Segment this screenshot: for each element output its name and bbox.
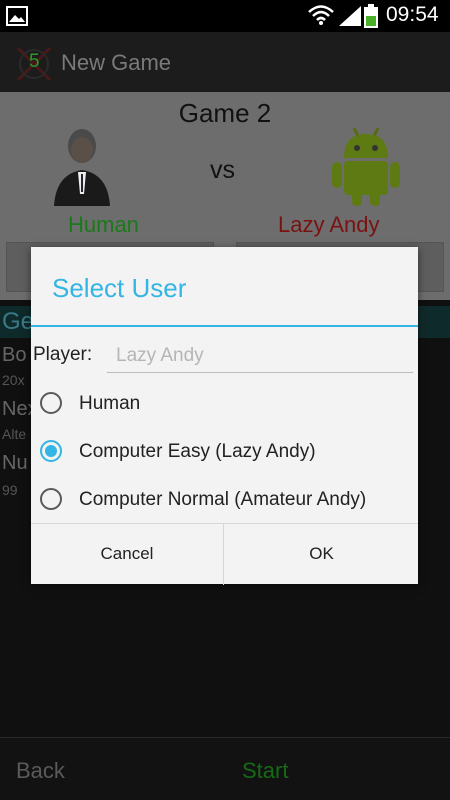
setting-board-label[interactable]: Bo xyxy=(2,344,26,367)
player-label: Player: xyxy=(33,344,93,365)
dialog-title-divider xyxy=(31,325,418,327)
setting-number-label[interactable]: Nu xyxy=(2,452,28,475)
app-logo[interactable]: 5 xyxy=(14,44,54,84)
setting-board-value: 20x xyxy=(2,372,25,388)
start-button[interactable]: Start xyxy=(242,758,288,784)
player-name-input[interactable] xyxy=(107,339,413,373)
option-computer-normal-label: Computer Normal (Amateur Andy) xyxy=(79,489,367,510)
select-user-dialog: Select User Player: Human Computer Easy … xyxy=(31,247,418,585)
wifi-icon xyxy=(308,5,334,25)
dialog-button-bar: Cancel OK xyxy=(31,523,418,585)
radio-unchecked-icon[interactable] xyxy=(40,488,62,510)
clock: 09:54 xyxy=(386,3,439,26)
settings-header: Ge xyxy=(2,308,35,335)
setting-next-value: Alte xyxy=(2,426,27,442)
setting-number-value: 99 xyxy=(2,482,18,498)
bottom-bar: Back Start xyxy=(0,737,450,800)
android-avatar-icon[interactable] xyxy=(328,126,404,206)
radio-unchecked-icon[interactable] xyxy=(40,392,62,414)
dialog-title: Select User xyxy=(52,273,187,303)
gallery-icon xyxy=(6,6,28,26)
player2-name[interactable]: Lazy Andy xyxy=(278,212,380,238)
player1-name[interactable]: Human xyxy=(68,212,139,238)
human-avatar-icon[interactable] xyxy=(46,124,116,206)
cancel-button[interactable]: Cancel xyxy=(31,524,224,585)
status-bar: 09:54 xyxy=(0,0,450,32)
option-computer-easy-label: Computer Easy (Lazy Andy) xyxy=(79,441,316,462)
option-computer-easy[interactable]: Computer Easy (Lazy Andy) xyxy=(31,428,418,476)
signal-icon xyxy=(339,6,361,26)
vs-label: vs xyxy=(210,156,235,184)
back-button[interactable]: Back xyxy=(16,758,65,784)
screen-title: New Game xyxy=(61,50,172,75)
radio-checked-icon[interactable] xyxy=(40,440,62,462)
option-human-label: Human xyxy=(79,393,141,414)
ok-button[interactable]: OK xyxy=(225,524,418,585)
logo-number: 5 xyxy=(29,51,40,72)
action-bar: 5 New Game xyxy=(0,32,450,92)
battery-icon xyxy=(364,4,378,28)
option-human[interactable]: Human xyxy=(31,380,418,428)
option-computer-normal[interactable]: Computer Normal (Amateur Andy) xyxy=(31,476,418,524)
